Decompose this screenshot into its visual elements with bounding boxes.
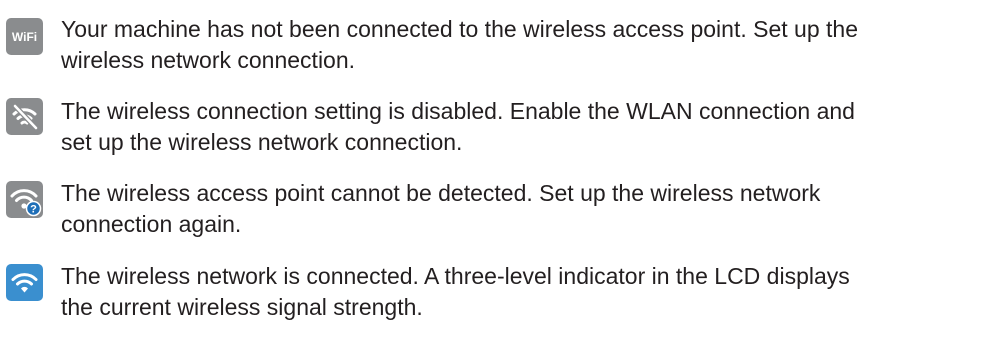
status-description-line: The wireless connection setting is disab…	[61, 98, 855, 124]
wireless-status-list: WiFi Your machine has not been connected…	[0, 0, 1002, 345]
status-description: Your machine has not been connected to t…	[61, 14, 1001, 76]
status-description-line: the current wireless signal strength.	[61, 294, 423, 320]
wifi-icon-label: WiFi	[12, 30, 37, 44]
status-description-line: Your machine has not been connected to t…	[61, 16, 858, 42]
status-description: The wireless network is connected. A thr…	[61, 261, 1001, 323]
status-description-line: set up the wireless network connection.	[61, 129, 463, 155]
status-description: The wireless access point cannot be dete…	[61, 178, 1001, 240]
wifi-disabled-icon	[6, 98, 43, 135]
svg-text:?: ?	[30, 204, 37, 216]
status-description: The wireless connection setting is disab…	[61, 96, 1001, 158]
status-description-line: The wireless access point cannot be dete…	[61, 180, 821, 206]
status-description-line: connection again.	[61, 211, 242, 237]
wifi-text-icon: WiFi	[6, 18, 43, 55]
status-description-line: The wireless network is connected. A thr…	[61, 263, 850, 289]
status-description-line: wireless network connection.	[61, 47, 356, 73]
wifi-question-icon: ?	[6, 181, 43, 218]
wifi-connected-icon	[6, 264, 43, 301]
